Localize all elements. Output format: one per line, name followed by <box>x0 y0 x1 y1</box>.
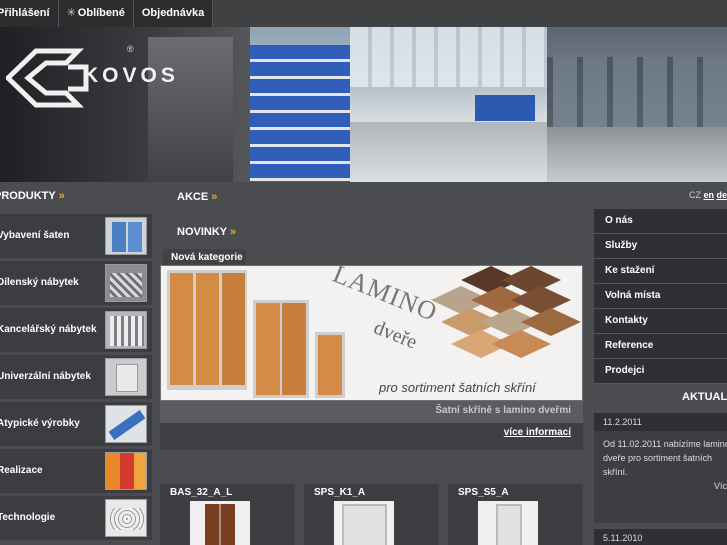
product-category-universal[interactable]: Univerzální nábytek <box>0 355 152 399</box>
favorites-label: Oblíbené <box>77 7 125 19</box>
lockers-thumbnail <box>105 217 147 255</box>
product-image <box>478 501 538 545</box>
language-switch: CZ en de <box>689 190 727 200</box>
featured-banner[interactable]: LAMINO dveře pro sortiment šatních skřín… <box>160 265 583 401</box>
menu-downloads[interactable]: Ke stažení <box>594 259 727 284</box>
universal-thumbnail <box>105 358 147 396</box>
lang-de[interactable]: de <box>717 190 727 200</box>
menu-jobs[interactable]: Volná místa <box>594 284 727 309</box>
right-menu: O nás Služby Ke stažení Volná místa Kont… <box>594 209 727 384</box>
workshop-thumbnail <box>105 264 147 302</box>
news-date: 5.11.2010 <box>594 529 727 545</box>
news-more-link[interactable]: Více <box>594 479 727 491</box>
new-category-tab: Nová kategorie <box>163 249 246 266</box>
news-item: 5.11.2010 <box>594 529 727 545</box>
news-heading: AKTUALITY <box>682 391 727 403</box>
technology-thumbnail <box>105 499 147 537</box>
more-info-link[interactable]: více informací <box>504 427 571 438</box>
feature-more-bar: více informací <box>160 423 583 450</box>
lang-cz[interactable]: CZ <box>689 190 701 200</box>
product-image <box>190 501 250 545</box>
logo-text: KOVOS <box>83 64 179 87</box>
realizations-thumbnail <box>105 452 147 490</box>
product-card[interactable]: BAS_32_A_L <box>160 484 295 545</box>
feature-tagline: pro sortiment šatních skříní <box>379 380 536 395</box>
menu-dealers[interactable]: Prodejci <box>594 359 727 384</box>
product-category-realizations[interactable]: Realizace <box>0 449 152 493</box>
top-bar-fill <box>188 0 727 27</box>
product-category-custom[interactable]: Atypické výrobky <box>0 402 152 446</box>
product-category-workshop[interactable]: Dílenský nábytek <box>0 261 152 305</box>
star-icon: ✳ <box>66 7 76 19</box>
product-image <box>334 501 394 545</box>
product-category-technology[interactable]: Technologie <box>0 496 152 540</box>
lang-en[interactable]: en <box>704 190 715 200</box>
menu-services[interactable]: Služby <box>594 234 727 259</box>
product-category-lockers[interactable]: Vybavení šaten <box>0 214 152 258</box>
menu-about[interactable]: O nás <box>594 209 727 234</box>
akce-heading[interactable]: AKCE » <box>177 191 217 203</box>
menu-references[interactable]: Reference <box>594 334 727 359</box>
product-card[interactable]: SPS_K1_A <box>304 484 439 545</box>
banner-photo-warehouse <box>547 27 727 182</box>
login-link[interactable]: Přihlášení <box>0 0 59 27</box>
product-category-office[interactable]: Kancelářský nábytek <box>0 308 152 352</box>
news-item: 11.2.2011 Od 11.02.2011 nabízíme lamino … <box>594 413 727 523</box>
top-nav: Přihlášení ✳ Oblíbené Objednávka <box>0 0 214 27</box>
banner-photo-workshop <box>250 27 547 182</box>
news-text: Od 11.02.2011 nabízíme lamino dveře pro … <box>603 439 727 477</box>
product-card[interactable]: SPS_S5_A <box>448 484 583 545</box>
registered-mark: ® <box>127 44 134 54</box>
news-date: 11.2.2011 <box>594 413 727 431</box>
office-thumbnail <box>105 311 147 349</box>
menu-contacts[interactable]: Kontakty <box>594 309 727 334</box>
custom-thumbnail <box>105 405 147 443</box>
products-heading[interactable]: PRODUKTY » <box>0 190 65 202</box>
novinky-heading[interactable]: NOVINKY » <box>177 226 236 238</box>
order-link[interactable]: Objednávka <box>134 0 214 27</box>
favorites-link[interactable]: ✳ Oblíbené <box>59 0 134 27</box>
feature-caption: Šatní skříně s lamino dveřmi <box>160 401 583 423</box>
